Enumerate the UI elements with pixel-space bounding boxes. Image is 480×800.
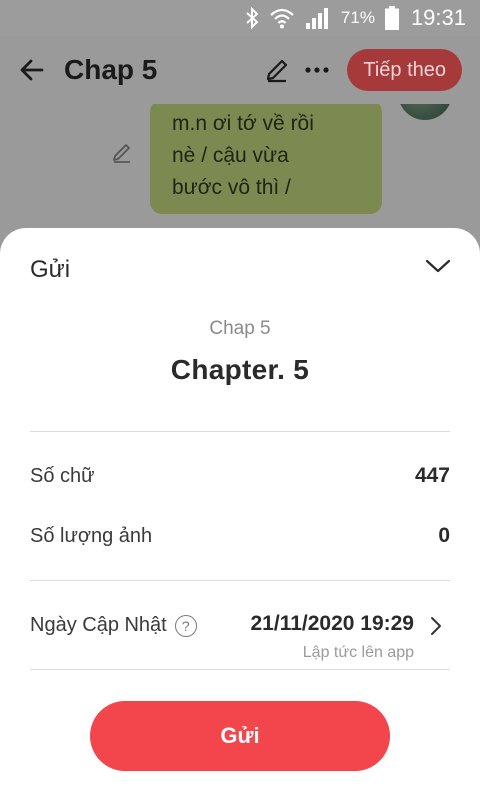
signal-icon <box>305 7 331 29</box>
chevron-right-icon[interactable] <box>424 614 448 638</box>
update-hint: Lập tức lên app <box>302 644 414 661</box>
edit-message-icon[interactable] <box>110 140 134 169</box>
message-line: nè / cậu vừa <box>172 144 289 167</box>
word-count-label: Số chữ <box>30 464 95 487</box>
page-title: Chap 5 <box>64 54 158 85</box>
send-bottom-sheet: Gửi Chap 5 Chapter. 5 Số chữ 447 Số lượn… <box>0 228 480 800</box>
chevron-down-icon <box>425 259 451 273</box>
update-date-label-group: Ngày Cập Nhật ? <box>30 614 197 637</box>
back-button[interactable] <box>0 36 64 104</box>
help-icon[interactable]: ? <box>174 614 197 637</box>
bluetooth-icon <box>245 7 259 29</box>
battery-icon <box>384 6 399 30</box>
pencil-icon <box>267 59 288 83</box>
word-count-row: Số chữ 447 <box>30 464 450 488</box>
chapter-subtitle: Chap 5 <box>209 318 271 339</box>
image-count-value: 0 <box>438 524 450 547</box>
update-date-label: Ngày Cập Nhật <box>30 614 167 636</box>
chapter-title: Chapter. 5 <box>170 354 310 385</box>
divider <box>30 431 450 432</box>
divider <box>30 669 450 670</box>
word-count-value: 447 <box>414 464 450 487</box>
message-line: bước vô thì / <box>172 176 291 199</box>
clock: 19:31 <box>410 5 466 30</box>
avatar <box>398 104 452 120</box>
app-bar: Chap 5 Tiếp theo <box>0 36 480 104</box>
message-bubble: m.n ơi tớ về rồi nè / cậu vừa bước vô th… <box>150 104 382 214</box>
collapse-button[interactable] <box>422 250 454 282</box>
more-button[interactable] <box>297 50 337 90</box>
sheet-title: Gửi <box>30 256 71 283</box>
update-date-value: 21/11/2020 19:29 <box>250 612 415 635</box>
arrow-left-icon <box>20 59 44 81</box>
update-date-row[interactable]: Ngày Cập Nhật ? 21/11/2020 19:29 Lập tức… <box>30 612 450 668</box>
more-horizontal-icon <box>305 67 329 73</box>
image-count-label: Số lượng ảnh <box>30 524 153 547</box>
image-count-row: Số lượng ảnh 0 <box>30 524 450 548</box>
status-bar: 71% 19:31 <box>0 0 480 36</box>
divider <box>30 580 450 581</box>
chat-content: m.n ơi tớ về rồi nè / cậu vừa bước vô th… <box>0 104 480 244</box>
next-button[interactable]: Tiếp theo <box>347 49 462 91</box>
edit-button[interactable] <box>257 50 297 90</box>
send-button[interactable]: Gửi <box>90 701 390 771</box>
wifi-icon <box>269 7 295 29</box>
sheet-header: Gửi <box>0 228 480 310</box>
message-line: m.n ơi tớ về rồi <box>172 112 314 135</box>
battery-percent: 71% <box>340 8 375 27</box>
